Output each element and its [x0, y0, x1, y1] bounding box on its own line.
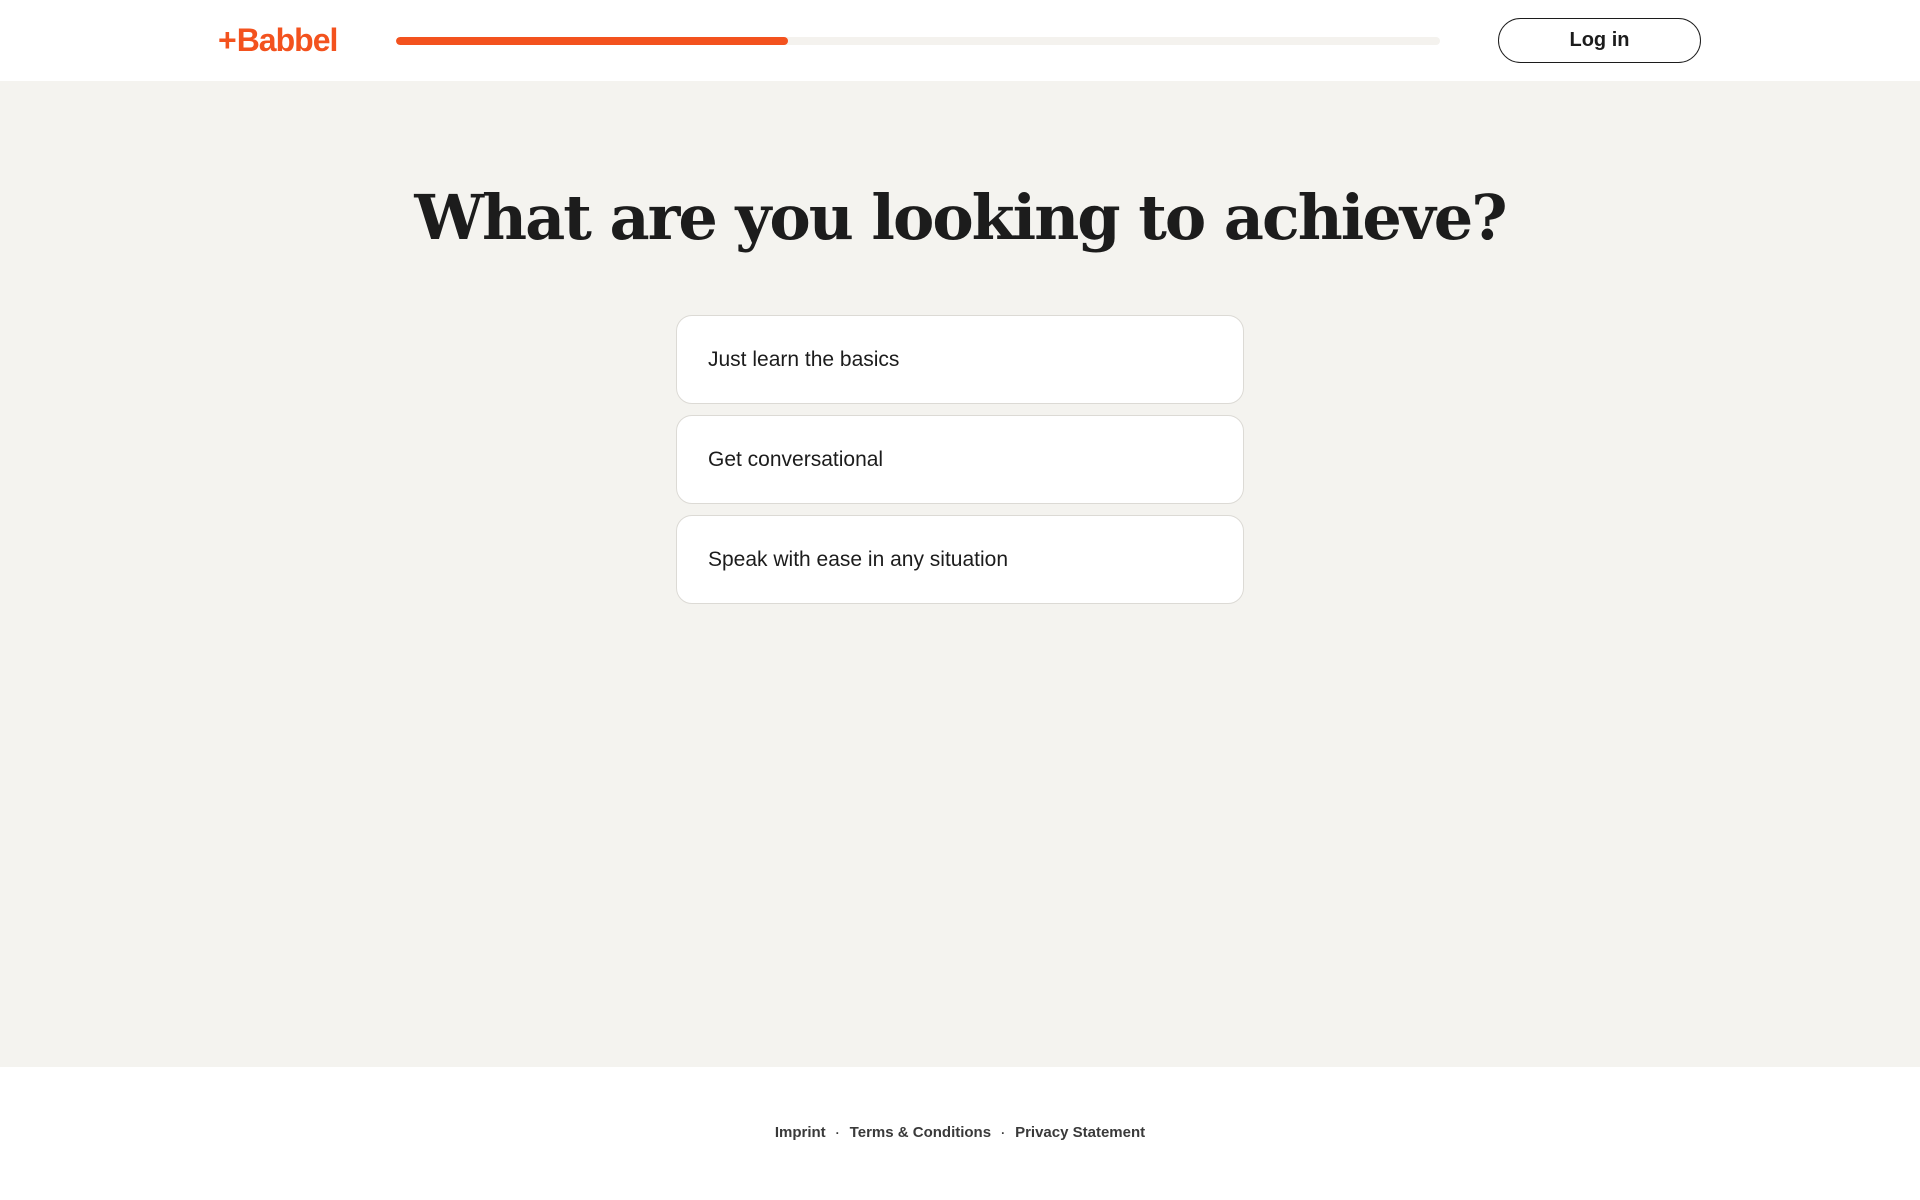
login-button[interactable]: Log in: [1498, 18, 1701, 63]
footer: Imprint · Terms & Conditions · Privacy S…: [0, 1067, 1920, 1200]
logo-text: Babbel: [236, 21, 339, 58]
logo-plus-icon: +: [218, 22, 237, 58]
option-just-learn-the-basics[interactable]: Just learn the basics: [676, 315, 1244, 404]
option-get-conversational[interactable]: Get conversational: [676, 415, 1244, 504]
footer-links: Imprint · Terms & Conditions · Privacy S…: [0, 1124, 1920, 1141]
privacy-link[interactable]: Privacy Statement: [1015, 1124, 1145, 1141]
babbel-logo[interactable]: + Babbel: [218, 20, 339, 60]
imprint-link[interactable]: Imprint: [775, 1124, 826, 1141]
answer-options: Just learn the basics Get conversational…: [676, 315, 1244, 615]
progress-bar-fill: [396, 37, 788, 45]
page-title: What are you looking to achieve?: [414, 181, 1507, 254]
top-bar: + Babbel Log in: [0, 0, 1920, 81]
footer-separator: ·: [835, 1125, 840, 1140]
question-panel: What are you looking to achieve? Just le…: [0, 81, 1920, 1067]
terms-link[interactable]: Terms & Conditions: [850, 1124, 991, 1141]
option-speak-with-ease[interactable]: Speak with ease in any situation: [676, 515, 1244, 604]
footer-separator: ·: [1001, 1125, 1006, 1140]
progress-bar: [396, 37, 1440, 45]
